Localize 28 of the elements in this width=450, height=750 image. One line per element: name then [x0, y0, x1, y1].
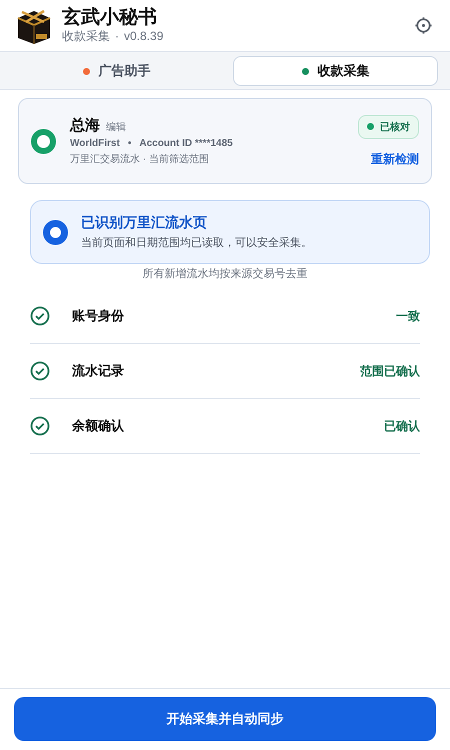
- check-status: 已确认: [384, 418, 420, 434]
- app-subtitle: 收款采集: [62, 29, 110, 44]
- separator-dot: •: [128, 138, 132, 149]
- provider-name: WorldFirst: [70, 138, 120, 149]
- check-status: 范围已确认: [360, 362, 420, 380]
- tab-label: 收款采集: [318, 62, 370, 80]
- check-label: 账号身份: [72, 307, 125, 325]
- start-sync-button[interactable]: 开始采集并自动同步: [14, 697, 436, 741]
- settings-icon[interactable]: [414, 16, 433, 35]
- app-version: v0.8.39: [124, 29, 164, 44]
- account-name: 总海: [70, 116, 100, 135]
- app-title: 玄武小秘书: [62, 7, 158, 29]
- verified-badge: 已核对: [358, 114, 419, 138]
- notice-text: 当前页面和日期范围均已读取，可以安全采集。: [81, 236, 312, 250]
- check-label: 流水记录: [72, 362, 125, 380]
- tab[interactable]: 广告助手: [14, 56, 219, 86]
- tab-label: 广告助手: [98, 62, 150, 80]
- dedupe-note: 所有新增流水均按来源交易号去重: [142, 266, 308, 281]
- separator-dot: ·: [115, 29, 119, 44]
- status-ring-icon: [43, 220, 68, 244]
- recheck-link[interactable]: 重新检测: [371, 150, 419, 168]
- account-caption: 万里汇交易流水 · 当前筛选范围: [70, 152, 210, 166]
- account-id: Account ID ****1485: [139, 138, 233, 149]
- check-status: 一致: [396, 308, 420, 324]
- tab[interactable]: 收款采集: [233, 56, 438, 86]
- check-label: 余额确认: [72, 417, 125, 435]
- edit-link[interactable]: 编辑: [106, 120, 126, 134]
- notice-title: 已识别万里汇流水页: [81, 214, 208, 232]
